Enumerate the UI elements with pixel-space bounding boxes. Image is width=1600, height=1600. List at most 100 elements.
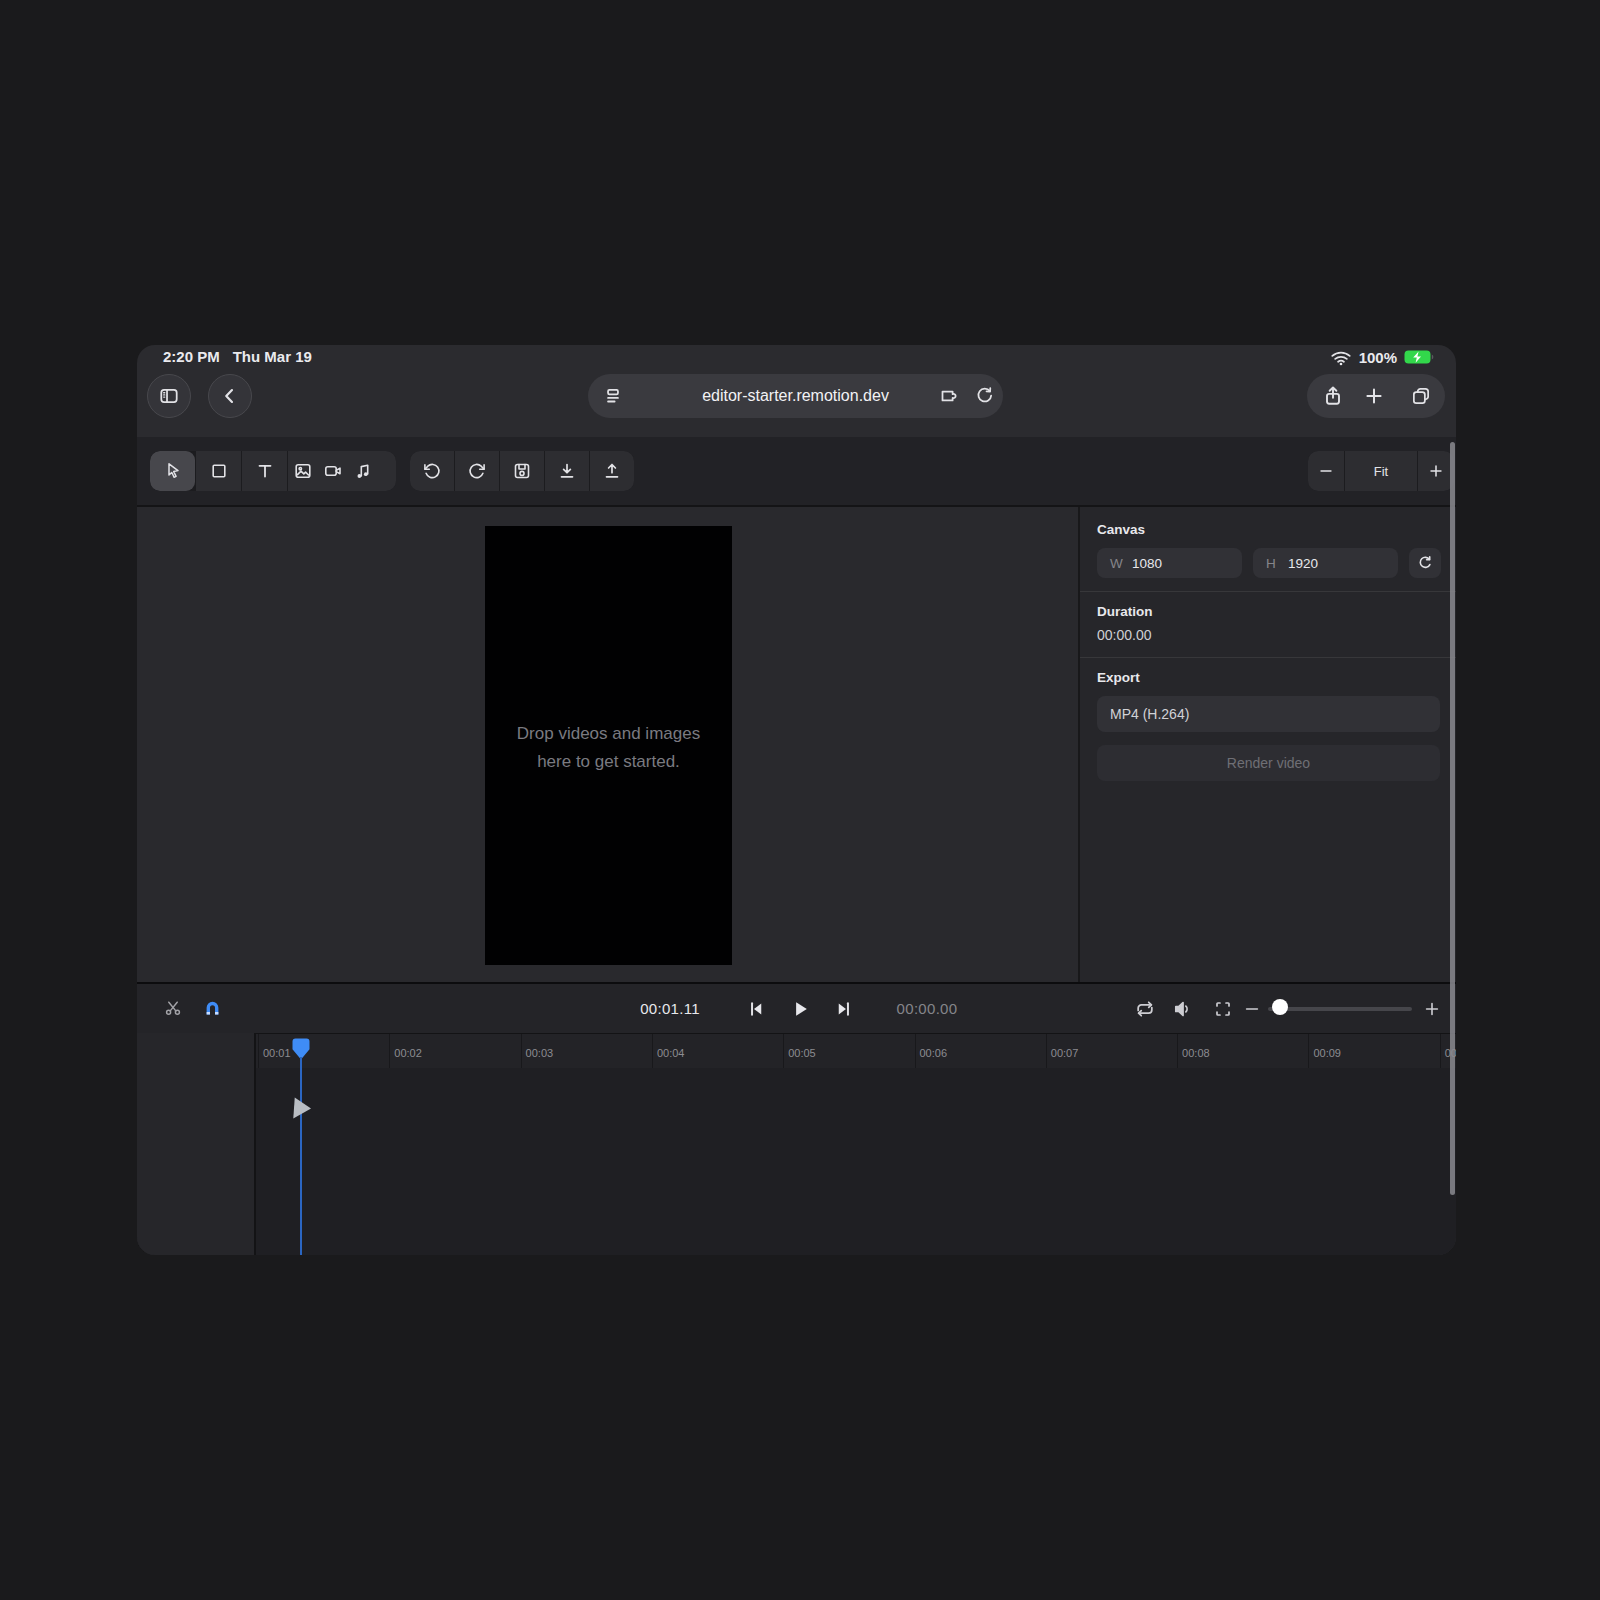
ruler-tick: [652, 1034, 653, 1068]
text-tool-button[interactable]: [242, 451, 287, 491]
text-tool-icon: [255, 461, 275, 481]
browser-actions: [1307, 374, 1445, 418]
wifi-icon: [1330, 350, 1352, 366]
properties-panel: Canvas W 1080 H 1920 Duration 00:00.00 E…: [1080, 507, 1456, 982]
music-tool-icon[interactable]: [353, 461, 373, 481]
playhead-time: 00:01.11: [610, 1000, 730, 1017]
upload-icon: [602, 461, 622, 481]
canvas-refresh-button[interactable]: [1409, 548, 1441, 578]
duration-time: 00:00.00: [867, 1000, 987, 1017]
duration-value: 00:00.00: [1097, 627, 1152, 643]
share-icon[interactable]: [1321, 384, 1345, 408]
ruler-tick: [258, 1034, 259, 1068]
zoom-out-icon: [1317, 462, 1335, 480]
cursor-tool-button[interactable]: [150, 451, 195, 491]
pointer-arrow: [293, 1097, 311, 1119]
section-divider: [1080, 657, 1456, 658]
ruler-tick: [389, 1034, 390, 1068]
timeline-zoom-in-icon[interactable]: [1423, 1000, 1441, 1018]
export-format-select[interactable]: MP4 (H.264): [1097, 696, 1440, 732]
magnet-icon[interactable]: [202, 998, 223, 1019]
zoom-in-icon: [1427, 462, 1445, 480]
tabs-icon[interactable]: [1410, 385, 1432, 407]
rect-tool-button[interactable]: [196, 451, 241, 491]
ruler-tick-label: 00:04: [657, 1047, 685, 1059]
timeline-zoom-slider[interactable]: [1268, 1007, 1412, 1011]
ruler-tick: [915, 1034, 916, 1068]
tool-group-history: [410, 451, 634, 491]
ruler-tick-label: 00:06: [920, 1047, 948, 1059]
back-button[interactable]: [208, 374, 252, 418]
render-video-button[interactable]: Render video: [1097, 745, 1440, 781]
video-canvas[interactable]: Drop videos and images here to get start…: [485, 526, 732, 965]
zoom-controls: Fit: [1308, 451, 1454, 491]
canvas-section-title: Canvas: [1097, 522, 1145, 537]
page-scrollbar[interactable]: [1450, 442, 1455, 1195]
tool-group-insert: [150, 451, 396, 491]
ruler-tick: [783, 1034, 784, 1068]
ruler-tick: [1046, 1034, 1047, 1068]
canvas-width-input[interactable]: W 1080: [1097, 548, 1242, 578]
download-button[interactable]: [545, 451, 589, 491]
redo-button[interactable]: [455, 451, 499, 491]
undo-icon: [422, 461, 442, 481]
fullscreen-icon[interactable]: [1213, 999, 1233, 1019]
battery-icon: [1404, 350, 1434, 365]
zoom-out-button[interactable]: [1308, 451, 1344, 491]
canvas-height-input[interactable]: H 1920: [1253, 548, 1398, 578]
ruler-tick: [521, 1034, 522, 1068]
save-button[interactable]: [500, 451, 544, 491]
skip-back-button[interactable]: [745, 998, 767, 1020]
ruler-tick-label: 00:09: [1313, 1047, 1341, 1059]
new-tab-icon[interactable]: [1363, 385, 1385, 407]
ruler-tick: [1177, 1034, 1178, 1068]
editor-toolbar: Fit: [137, 437, 1456, 507]
ruler-tick-label: 00:01: [263, 1047, 291, 1059]
ruler-tick-label: 00:03: [526, 1047, 554, 1059]
track-header-column: [137, 1033, 256, 1255]
playhead-line: [300, 1057, 302, 1255]
video-tool-icon[interactable]: [323, 461, 343, 481]
download-icon: [557, 461, 577, 481]
back-icon: [219, 385, 241, 407]
status-time: 2:20 PM: [163, 348, 220, 365]
fit-label: Fit: [1374, 464, 1388, 479]
ipad-screenshot: 2:20 PM Thu Mar 19 100% editor-starter.r…: [137, 345, 1456, 1255]
section-divider: [1080, 591, 1456, 592]
volume-icon[interactable]: [1172, 998, 1194, 1020]
export-section-title: Export: [1097, 670, 1140, 685]
main-area: Drop videos and images here to get start…: [137, 507, 1456, 982]
timeline-ruler[interactable]: 00:0100:0200:0300:0400:0500:0600:0700:08…: [137, 1033, 1456, 1068]
extensions-icon[interactable]: [937, 385, 959, 407]
scissors-icon[interactable]: [163, 998, 183, 1018]
ruler-tick: [1440, 1034, 1441, 1068]
status-bar-left: 2:20 PM Thu Mar 19: [163, 348, 312, 365]
play-button[interactable]: [789, 998, 811, 1020]
preview-area: Drop videos and images here to get start…: [137, 507, 1078, 982]
cursor-icon: [163, 461, 183, 481]
reload-icon[interactable]: [973, 385, 995, 407]
timeline-zoom-knob[interactable]: [1272, 999, 1288, 1015]
loop-icon[interactable]: [1134, 998, 1156, 1020]
undo-button[interactable]: [410, 451, 454, 491]
address-bar[interactable]: editor-starter.remotion.dev: [588, 374, 1003, 418]
duration-section-title: Duration: [1097, 604, 1153, 619]
redo-icon: [467, 461, 487, 481]
upload-button[interactable]: [590, 451, 634, 491]
ruler-tick-label: 00:08: [1182, 1047, 1210, 1059]
battery-percent: 100%: [1359, 349, 1397, 366]
status-bar-right: 100%: [1330, 349, 1434, 366]
drop-hint: Drop videos and images here to get start…: [485, 720, 732, 776]
sidebar-toggle-button[interactable]: [147, 374, 191, 418]
ruler-tick-label: 00:02: [394, 1047, 422, 1059]
ruler-tick: [1308, 1034, 1309, 1068]
zoom-fit-button[interactable]: Fit: [1345, 451, 1417, 491]
timeline-zoom-out-icon[interactable]: [1243, 1000, 1261, 1018]
sidebar-icon: [158, 385, 180, 407]
media-tools: [288, 451, 396, 491]
ruler-tick-label: 00:07: [1051, 1047, 1079, 1059]
image-tool-icon[interactable]: [293, 461, 313, 481]
timeline-tracks[interactable]: [137, 1068, 1456, 1255]
zoom-in-button[interactable]: [1418, 451, 1454, 491]
skip-forward-button[interactable]: [833, 998, 855, 1020]
